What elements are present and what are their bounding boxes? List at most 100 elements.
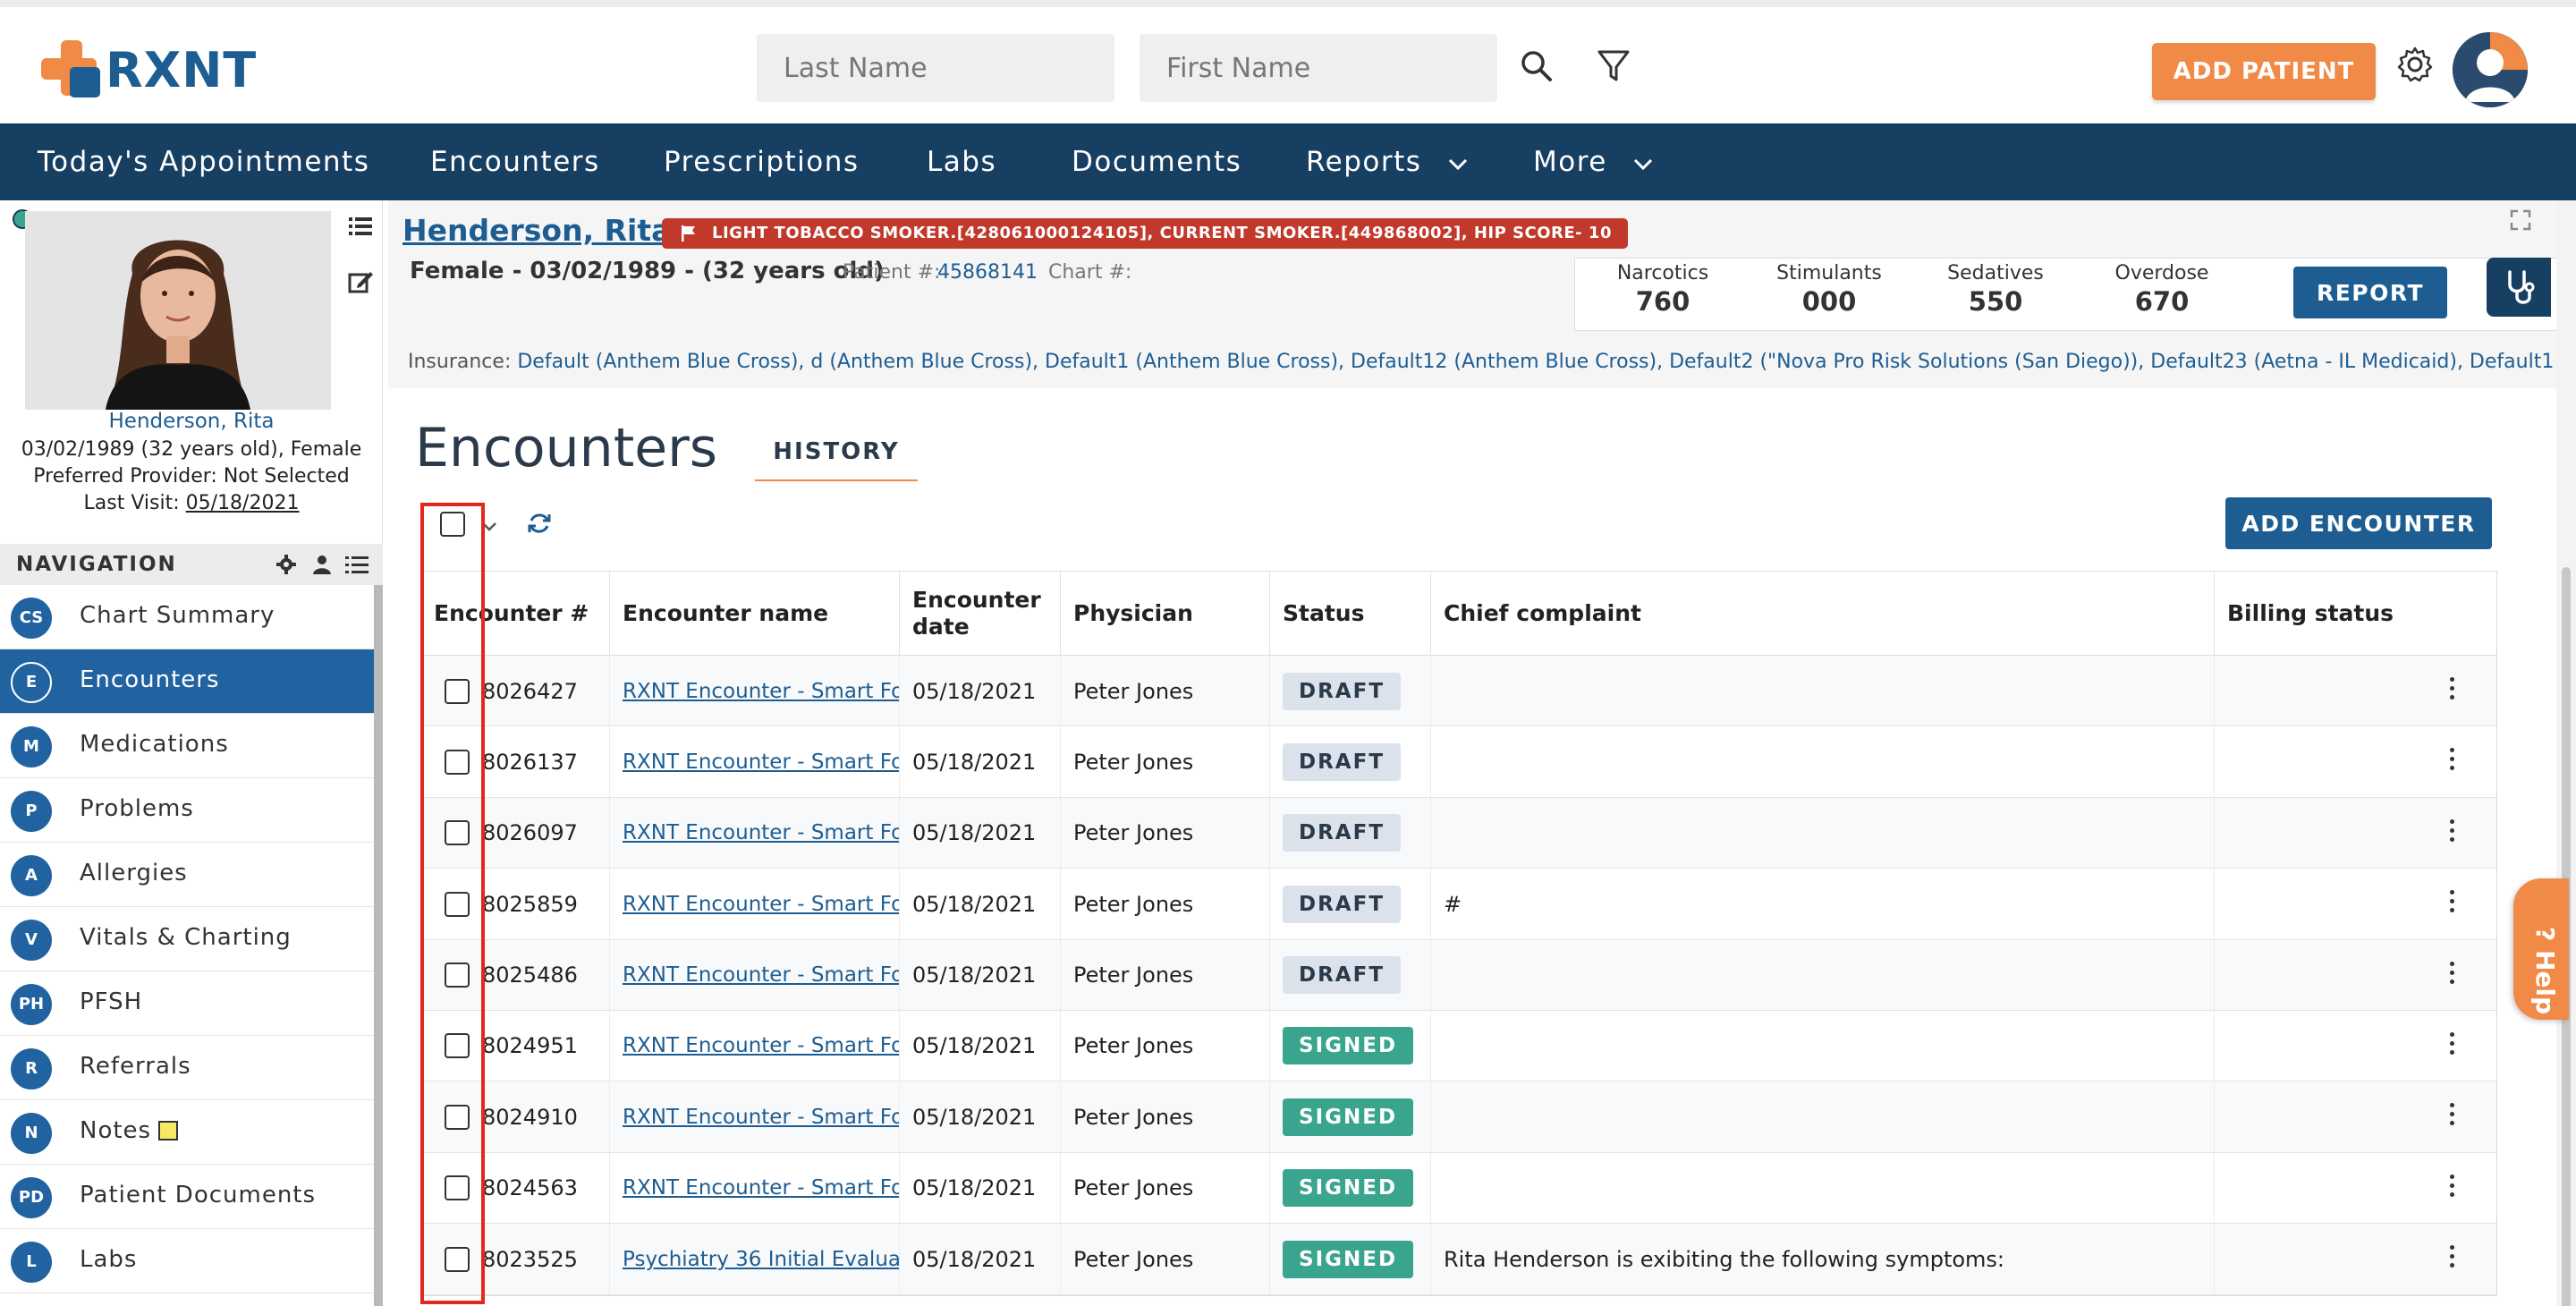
more-vertical-icon[interactable] bbox=[2446, 818, 2457, 848]
gear-icon[interactable] bbox=[275, 554, 297, 575]
add-encounter-button[interactable]: ADD ENCOUNTER bbox=[2225, 497, 2492, 549]
sidebar-item-vitals-charting[interactable]: V Vitals & Charting bbox=[0, 907, 374, 971]
table-row[interactable]: 8025486 RXNT Encounter - Smart For 05/18/2… bbox=[421, 939, 2496, 1011]
list-view-icon[interactable] bbox=[347, 213, 374, 240]
sidebar-item-label: Referrals bbox=[80, 1053, 191, 1080]
more-vertical-icon[interactable] bbox=[2446, 748, 2457, 776]
more-vertical-icon[interactable] bbox=[2446, 890, 2457, 919]
encounter-link[interactable]: RXNT Encounter - Smart For bbox=[623, 680, 899, 703]
pdmp-report-button[interactable]: REPORT bbox=[2293, 267, 2447, 318]
patient-card-last-visit: Last Visit: 05/18/2021 bbox=[0, 492, 383, 514]
table-row[interactable]: 8026097 RXNT Encounter - Smart For 05/18/2… bbox=[421, 797, 2496, 869]
add-patient-button[interactable]: ADD PATIENT bbox=[2152, 43, 2376, 100]
more-vertical-icon[interactable] bbox=[2446, 1174, 2457, 1203]
person-icon[interactable] bbox=[311, 554, 333, 575]
sidebar-item-referrals[interactable]: R Referrals bbox=[0, 1036, 374, 1100]
sidebar-item-notes[interactable]: N Notes bbox=[0, 1100, 374, 1165]
tab-history[interactable]: HISTORY bbox=[755, 438, 918, 481]
stethoscope-icon bbox=[2508, 270, 2535, 304]
sidebar-item-problems[interactable]: P Problems bbox=[0, 778, 374, 843]
row-checkbox[interactable] bbox=[445, 1246, 470, 1272]
filter-icon[interactable] bbox=[1594, 47, 1633, 86]
col-encounter-name[interactable]: Encounter name bbox=[609, 572, 899, 656]
encounter-link[interactable]: RXNT Encounter - Smart For bbox=[623, 821, 899, 844]
row-checkbox[interactable] bbox=[445, 749, 470, 775]
last-name-input[interactable] bbox=[757, 34, 1114, 102]
sidebar-item-allergies[interactable]: A Allergies bbox=[0, 843, 374, 907]
encounter-link[interactable]: RXNT Encounter - Smart For bbox=[623, 1106, 899, 1129]
expand-icon[interactable] bbox=[2510, 209, 2531, 231]
nav-reports[interactable]: Reports bbox=[1306, 123, 1468, 200]
encounter-link[interactable]: RXNT Encounter - Smart For bbox=[623, 1176, 899, 1200]
sidebar-item-labs[interactable]: L Labs bbox=[0, 1229, 374, 1293]
col-encounter-date[interactable]: Encounter date bbox=[899, 572, 1060, 656]
row-checkbox[interactable] bbox=[445, 820, 470, 846]
table-row[interactable]: 8025859 RXNT Encounter - Smart For 05/18/2… bbox=[421, 869, 2496, 940]
stethoscope-button[interactable] bbox=[2487, 258, 2551, 317]
select-all-checkbox[interactable] bbox=[440, 512, 465, 537]
chevron-down-icon[interactable] bbox=[479, 521, 499, 533]
col-billing-status[interactable]: Billing status bbox=[2214, 572, 2498, 656]
col-encounter-number[interactable]: Encounter # bbox=[421, 572, 609, 656]
insurance-list[interactable]: Default (Anthem Blue Cross), d (Anthem B… bbox=[517, 351, 2555, 373]
first-name-input[interactable] bbox=[1140, 34, 1497, 102]
page-scrollbar[interactable] bbox=[2556, 200, 2576, 1306]
nav-todays-appointments[interactable]: Today's Appointments bbox=[38, 123, 369, 200]
row-checkbox[interactable] bbox=[445, 891, 470, 917]
sidebar-item-chart-summary[interactable]: CS Chart Summary bbox=[0, 585, 374, 649]
more-vertical-icon[interactable] bbox=[2446, 1245, 2457, 1274]
sidebar-item-patient-documents[interactable]: PD Patient Documents bbox=[0, 1165, 374, 1229]
edit-icon[interactable] bbox=[347, 268, 374, 295]
refresh-icon[interactable] bbox=[526, 510, 553, 537]
nav-labs[interactable]: Labs bbox=[927, 123, 996, 200]
col-chief-complaint[interactable]: Chief complaint bbox=[1430, 572, 2214, 656]
table-row[interactable]: 8024563 RXNT Encounter - Smart For 05/18/2… bbox=[421, 1152, 2496, 1225]
user-avatar[interactable] bbox=[2453, 32, 2528, 107]
encounter-link[interactable]: RXNT Encounter - Smart For bbox=[623, 751, 899, 774]
row-checkbox[interactable] bbox=[445, 1104, 470, 1130]
nav-encounters[interactable]: Encounters bbox=[430, 123, 600, 200]
more-vertical-icon[interactable] bbox=[2446, 677, 2457, 706]
sidebar-scrollbar[interactable] bbox=[374, 585, 383, 1306]
list-icon[interactable] bbox=[345, 554, 369, 575]
status-badge: DRAFT bbox=[1283, 956, 1402, 995]
banner-patient-name[interactable]: Henderson, Rita bbox=[402, 213, 671, 248]
table-row[interactable]: 8026137 RXNT Encounter - Smart For 05/18/2… bbox=[421, 726, 2496, 798]
table-row[interactable]: 8026427 RXNT Encounter - Smart For 05/18/2… bbox=[421, 656, 2496, 727]
alert-badge[interactable]: LIGHT TOBACCO SMOKER.[428061000124105], … bbox=[662, 218, 1628, 249]
col-status[interactable]: Status bbox=[1269, 572, 1430, 656]
patient-number-value[interactable]: 45868141 bbox=[937, 261, 1038, 284]
encounter-link[interactable]: RXNT Encounter - Smart For bbox=[623, 1034, 899, 1057]
table-row[interactable]: 8024951 RXNT Encounter - Smart For 05/18/2… bbox=[421, 1010, 2496, 1082]
gear-icon[interactable] bbox=[2395, 45, 2435, 84]
encounter-link[interactable]: RXNT Encounter - Smart For bbox=[623, 893, 899, 916]
nav-abbr-badge: PD bbox=[11, 1177, 52, 1218]
sidebar-item-label: Chart Summary bbox=[80, 602, 275, 629]
rxnt-logo[interactable]: RXNT bbox=[39, 36, 257, 104]
encounter-link[interactable]: Psychiatry 36 Initial Evaluat bbox=[623, 1248, 899, 1271]
row-checkbox[interactable] bbox=[445, 963, 470, 988]
last-visit-date[interactable]: 05/18/2021 bbox=[186, 492, 300, 514]
main-navigation: Today's Appointments Encounters Prescrip… bbox=[0, 123, 2576, 200]
table-row[interactable]: 8023525 Psychiatry 36 Initial Evaluat 05/1… bbox=[421, 1224, 2496, 1295]
row-checkbox[interactable] bbox=[445, 1033, 470, 1059]
sidebar-item-pfsh[interactable]: PH PFSH bbox=[0, 971, 374, 1036]
col-physician[interactable]: Physician bbox=[1060, 572, 1269, 656]
table-row[interactable]: 8024910 RXNT Encounter - Smart For 05/18/2… bbox=[421, 1081, 2496, 1153]
sidebar-item-medications[interactable]: M Medications bbox=[0, 714, 374, 778]
encounter-link[interactable]: RXNT Encounter - Smart For bbox=[623, 963, 899, 987]
nav-documents[interactable]: Documents bbox=[1072, 123, 1241, 200]
patient-card-name[interactable]: Henderson, Rita bbox=[0, 410, 383, 433]
encounter-number: 8025486 bbox=[482, 963, 578, 988]
cell-encounter-number: 8024951 bbox=[421, 1011, 609, 1081]
row-checkbox[interactable] bbox=[445, 1175, 470, 1201]
nav-prescriptions[interactable]: Prescriptions bbox=[664, 123, 860, 200]
nav-more[interactable]: More bbox=[1533, 123, 1653, 200]
help-tab[interactable]: ? Help bbox=[2513, 878, 2569, 1020]
more-vertical-icon[interactable] bbox=[2446, 1103, 2457, 1132]
sidebar-item-encounters[interactable]: E Encounters bbox=[0, 649, 374, 714]
search-icon[interactable] bbox=[1517, 47, 1556, 86]
more-vertical-icon[interactable] bbox=[2446, 1031, 2457, 1061]
more-vertical-icon[interactable] bbox=[2446, 961, 2457, 990]
row-checkbox[interactable] bbox=[445, 678, 470, 704]
